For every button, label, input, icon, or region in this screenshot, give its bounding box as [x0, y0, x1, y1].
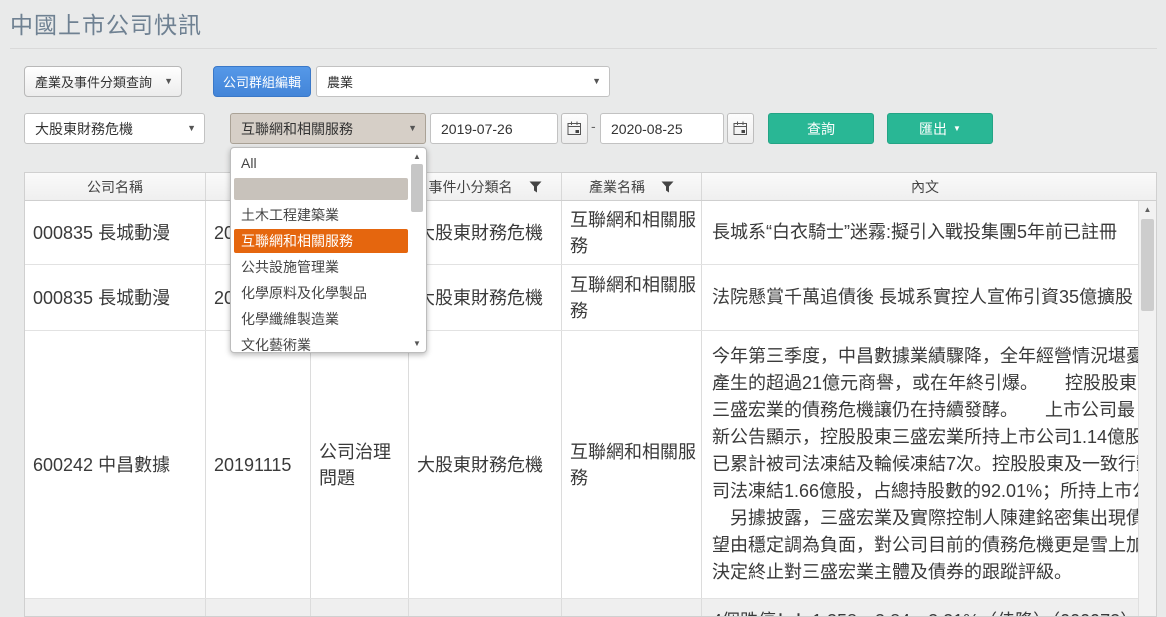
- date-to-input[interactable]: [600, 113, 724, 144]
- cell-company: [25, 599, 206, 617]
- table-row[interactable]: 000835 長城動漫 20 大股東財務危機 互聯網和相關服務 長城系“白衣騎士…: [25, 201, 1138, 265]
- news-table: 公司名稱 事件小分類名 產業名稱 內文 000835 長城動漫 20 大股東財務…: [24, 172, 1157, 617]
- chevron-down-icon: ▼: [592, 77, 601, 86]
- date-to-calendar-button[interactable]: [727, 113, 754, 144]
- scroll-up-icon[interactable]: ▲: [409, 150, 425, 163]
- header-company[interactable]: 公司名稱: [25, 173, 206, 200]
- cell-company: 600242 中昌數據: [25, 331, 206, 598]
- chevron-down-icon: ▼: [953, 125, 961, 133]
- header-industry[interactable]: 產業名稱: [562, 173, 702, 200]
- cell-event-minor: [409, 599, 562, 617]
- industry-type-select[interactable]: 互聯網和相關服務 ▼: [230, 113, 426, 144]
- table-row[interactable]: 000835 長城動漫 20 大股東財務危機 互聯網和相關服務 法院懸賞千萬追債…: [25, 265, 1138, 331]
- date-range-separator: -: [591, 118, 596, 134]
- cell-company: 000835 長城動漫: [25, 265, 206, 330]
- cell-date: 20191115: [206, 331, 311, 598]
- dropdown-scrollbar[interactable]: ▲ ▼: [409, 150, 425, 350]
- calendar-icon: [567, 121, 582, 136]
- category-query-dropdown-button[interactable]: 產業及事件分類查詢 ▼: [24, 66, 182, 97]
- chevron-down-icon: ▼: [164, 77, 173, 86]
- cell-content: 長城系“白衣騎士”迷霧:擬引入戰投集團5年前已註冊: [702, 201, 1138, 264]
- category-query-label: 產業及事件分類查詢: [35, 72, 152, 91]
- cell-industry: 互聯網和相關服務: [562, 331, 702, 598]
- date-from-calendar-button[interactable]: [561, 113, 588, 144]
- cell-event-major: [311, 599, 409, 617]
- dropdown-item[interactable]: 化學原料及化學製品: [231, 280, 426, 306]
- table-scrollbar[interactable]: ▲: [1138, 201, 1156, 616]
- query-button[interactable]: 查詢: [768, 113, 874, 144]
- dropdown-item[interactable]: 公共設施管理業: [231, 254, 426, 280]
- industry-dropdown-panel: All 土木工程建築業 互聯網和相關服務 公共設施管理業 化學原料及化學製品 化…: [230, 147, 427, 353]
- page-title: 中國上市公司快訊: [10, 6, 202, 40]
- scrollbar-thumb[interactable]: [411, 164, 423, 212]
- cell-industry: 互聯網和相關服務: [562, 265, 702, 330]
- cell-content: 4個跌停！！1.358 3.84 3.21%（佳隆）（000973）: [702, 599, 1138, 617]
- cell-company: 000835 長城動漫: [25, 201, 206, 264]
- export-button[interactable]: 匯出 ▼: [887, 113, 993, 144]
- company-group-select[interactable]: 農業 ▼: [316, 66, 610, 97]
- chevron-down-icon: ▼: [187, 124, 196, 133]
- scroll-up-icon[interactable]: ▲: [1139, 201, 1156, 218]
- industry-type-value: 互聯網和相關服務: [241, 119, 353, 139]
- company-group-edit-label: 公司群組編輯: [223, 72, 301, 91]
- cell-content: 法院懸賞千萬追債後 長城系實控人宣佈引資35億擴股: [702, 265, 1138, 330]
- header-event-minor[interactable]: 事件小分類名: [409, 173, 562, 200]
- cell-industry: 互聯網和相關服務: [562, 201, 702, 264]
- cell-event-major: 公司治理問題: [311, 331, 409, 598]
- dropdown-item-blank[interactable]: [234, 178, 408, 200]
- cell-event-minor: 大股東財務危機: [409, 201, 562, 264]
- table-row[interactable]: 4個跌停！！1.358 3.84 3.21%（佳隆）（000973）: [25, 599, 1138, 617]
- company-group-edit-button[interactable]: 公司群組編輯: [213, 66, 311, 97]
- table-body: 000835 長城動漫 20 大股東財務危機 互聯網和相關服務 長城系“白衣騎士…: [25, 201, 1138, 617]
- header-content[interactable]: 內文: [702, 173, 1138, 200]
- cell-industry: [562, 599, 702, 617]
- chevron-down-icon: ▼: [408, 124, 417, 133]
- cell-event-minor: 大股東財務危機: [409, 265, 562, 330]
- event-type-value: 大股東財務危機: [35, 119, 133, 139]
- table-row[interactable]: 600242 中昌數據 20191115 公司治理問題 大股東財務危機 互聯網和…: [25, 331, 1138, 599]
- dropdown-item-selected[interactable]: 互聯網和相關服務: [234, 229, 408, 253]
- filter-icon[interactable]: [661, 181, 674, 193]
- scrollbar-thumb[interactable]: [1141, 219, 1154, 311]
- dropdown-item[interactable]: 文化藝術業: [231, 332, 426, 358]
- export-button-label: 匯出: [919, 119, 947, 139]
- calendar-icon: [733, 121, 748, 136]
- cell-event-minor: 大股東財務危機: [409, 331, 562, 598]
- cell-date: [206, 599, 311, 617]
- query-button-label: 查詢: [807, 119, 835, 139]
- dropdown-item-all[interactable]: All: [231, 150, 426, 176]
- header-spacer: [1138, 173, 1156, 200]
- scroll-down-icon[interactable]: ▼: [409, 337, 425, 350]
- cell-content: 今年第三季度，中昌數據業績驟降，全年經營情況堪憂， 產生的超過21億元商譽，或在…: [702, 331, 1138, 598]
- table-header-row: 公司名稱 事件小分類名 產業名稱 內文: [25, 173, 1156, 201]
- filter-icon[interactable]: [529, 181, 542, 193]
- date-from-input[interactable]: [430, 113, 558, 144]
- event-type-select[interactable]: 大股東財務危機 ▼: [24, 113, 205, 144]
- company-group-value: 農業: [327, 72, 353, 91]
- title-divider: [10, 48, 1157, 49]
- dropdown-item[interactable]: 化學纖維製造業: [231, 306, 426, 332]
- dropdown-item[interactable]: 土木工程建築業: [231, 202, 426, 228]
